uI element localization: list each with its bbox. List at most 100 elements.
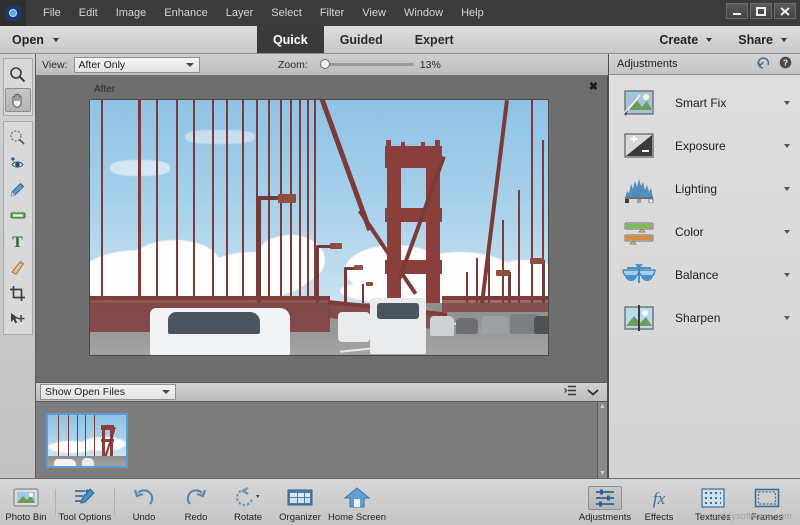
- spot-healing-brush-tool[interactable]: [5, 177, 31, 201]
- photo-bin-bar-icons: [564, 383, 603, 401]
- frames-icon: [750, 486, 784, 510]
- mode-bar: Open Quick Guided Expert Create Share: [0, 26, 800, 54]
- minimize-button[interactable]: [726, 3, 748, 19]
- divider: [114, 489, 115, 515]
- tool-options-bar: View: After Only Zoom: 13%: [36, 54, 608, 76]
- adjustment-label: Sharpen: [675, 311, 720, 325]
- scroll-up-arrow-icon[interactable]: ▲: [599, 403, 606, 410]
- chevron-down-icon[interactable]: [784, 273, 790, 277]
- share-menu-label: Share: [738, 33, 773, 47]
- menu-help[interactable]: Help: [452, 3, 493, 23]
- lighting-histogram-icon: [621, 174, 657, 204]
- bottom-button-label: Home Screen: [328, 512, 386, 523]
- create-menu[interactable]: Create: [646, 26, 725, 53]
- workspace: T: [0, 54, 800, 478]
- create-menu-label: Create: [659, 33, 698, 47]
- textures-icon: [696, 486, 730, 510]
- type-tool[interactable]: T: [5, 229, 31, 253]
- zoom-tool[interactable]: [5, 62, 31, 86]
- effects-button[interactable]: fx Effects: [632, 482, 686, 523]
- redo-button[interactable]: Redo: [170, 482, 222, 523]
- photo-canvas[interactable]: [89, 99, 549, 356]
- chevron-down-icon: [706, 38, 712, 42]
- close-image-button[interactable]: ✖: [587, 81, 600, 94]
- chevron-down-icon[interactable]: [784, 187, 790, 191]
- adjustment-label: Exposure: [675, 139, 726, 153]
- panel-menu-icon[interactable]: [564, 383, 577, 401]
- svg-text:fx: fx: [653, 489, 666, 508]
- scroll-down-arrow-icon[interactable]: ▼: [599, 470, 606, 477]
- hand-tool[interactable]: [5, 88, 31, 112]
- open-button[interactable]: Open: [0, 26, 71, 53]
- straighten-tool[interactable]: [5, 255, 31, 279]
- editor-column: View: After Only Zoom: 13% After ✖: [36, 54, 608, 478]
- photo-bin-scrollbar[interactable]: ▲ ▼: [597, 402, 607, 478]
- tab-guided[interactable]: Guided: [324, 26, 399, 53]
- adjustment-item-smart-fix[interactable]: Smart Fix: [609, 81, 800, 124]
- menu-filter[interactable]: Filter: [311, 3, 353, 23]
- menu-window[interactable]: Window: [395, 3, 452, 23]
- tab-quick[interactable]: Quick: [257, 26, 324, 53]
- svg-text:?: ?: [783, 58, 788, 68]
- photo-bin-bar: Show Open Files: [36, 382, 608, 402]
- reset-icon[interactable]: [756, 57, 770, 72]
- open-button-label: Open: [12, 33, 44, 47]
- quick-selection-tool[interactable]: [5, 125, 31, 149]
- chevron-down-icon[interactable]: [587, 383, 599, 401]
- menu-edit[interactable]: Edit: [70, 3, 107, 23]
- chevron-down-icon: [781, 38, 787, 42]
- chevron-down-icon[interactable]: [784, 316, 790, 320]
- chevron-down-icon[interactable]: [784, 101, 790, 105]
- view-label: View:: [42, 59, 68, 71]
- view-mode-select[interactable]: After Only: [74, 57, 200, 73]
- menu-items: File Edit Image Enhance Layer Select Fil…: [34, 3, 493, 23]
- zoom-slider[interactable]: [320, 63, 414, 66]
- adjustments-button[interactable]: Adjustments: [578, 482, 632, 523]
- zoom-value: 13%: [420, 59, 446, 71]
- menu-layer[interactable]: Layer: [217, 3, 263, 23]
- tool-group-edit: T: [3, 121, 33, 335]
- adjustment-item-sharpen[interactable]: Sharpen: [609, 296, 800, 339]
- menu-select[interactable]: Select: [262, 3, 311, 23]
- adjustment-item-lighting[interactable]: Lighting: [609, 167, 800, 210]
- photo-bin-button[interactable]: Photo Bin: [0, 482, 52, 523]
- menu-enhance[interactable]: Enhance: [155, 3, 216, 23]
- organizer-button[interactable]: Organizer: [274, 482, 326, 523]
- tab-guided-label: Guided: [340, 33, 383, 47]
- chevron-down-icon[interactable]: [784, 144, 790, 148]
- photo-bin-filter-select[interactable]: Show Open Files: [40, 384, 176, 400]
- adjustment-item-exposure[interactable]: Exposure: [609, 124, 800, 167]
- bottom-toolbar: Photo Bin Tool Options: [0, 478, 800, 525]
- bottom-button-label: Undo: [133, 512, 156, 523]
- adjustments-sliders-icon: [588, 486, 622, 510]
- home-screen-button[interactable]: Home Screen: [326, 482, 388, 523]
- adjustments-panel-title: Adjustments: [617, 58, 678, 70]
- red-eye-removal-tool[interactable]: [5, 151, 31, 175]
- tool-options-button[interactable]: Tool Options: [59, 482, 111, 523]
- photo-bin[interactable]: ▲ ▼: [36, 402, 608, 478]
- zoom-slider-handle[interactable]: [320, 59, 330, 69]
- adjustments-list: Smart Fix Exposure: [609, 75, 800, 478]
- move-tool[interactable]: [5, 307, 31, 331]
- close-button[interactable]: [774, 3, 796, 19]
- tool-group-navigation: [3, 58, 33, 116]
- bottom-button-label: Effects: [645, 512, 674, 523]
- adjustment-item-balance[interactable]: Balance: [609, 253, 800, 296]
- crop-tool[interactable]: [5, 281, 31, 305]
- adjustment-label: Smart Fix: [675, 96, 726, 110]
- bottom-button-label: Redo: [185, 512, 208, 523]
- chevron-down-icon[interactable]: [784, 230, 790, 234]
- menu-image[interactable]: Image: [107, 3, 156, 23]
- share-menu[interactable]: Share: [725, 26, 800, 53]
- photo-bin-thumbnail[interactable]: [46, 413, 128, 468]
- help-icon[interactable]: ?: [779, 56, 792, 72]
- canvas-area[interactable]: After ✖: [36, 76, 608, 382]
- rotate-button[interactable]: Rotate: [222, 482, 274, 523]
- tab-expert[interactable]: Expert: [399, 26, 470, 53]
- whiten-teeth-tool[interactable]: [5, 203, 31, 227]
- undo-button[interactable]: Undo: [118, 482, 170, 523]
- menu-view[interactable]: View: [353, 3, 395, 23]
- maximize-button[interactable]: [750, 3, 772, 19]
- menu-file[interactable]: File: [34, 3, 70, 23]
- adjustment-item-color[interactable]: Color: [609, 210, 800, 253]
